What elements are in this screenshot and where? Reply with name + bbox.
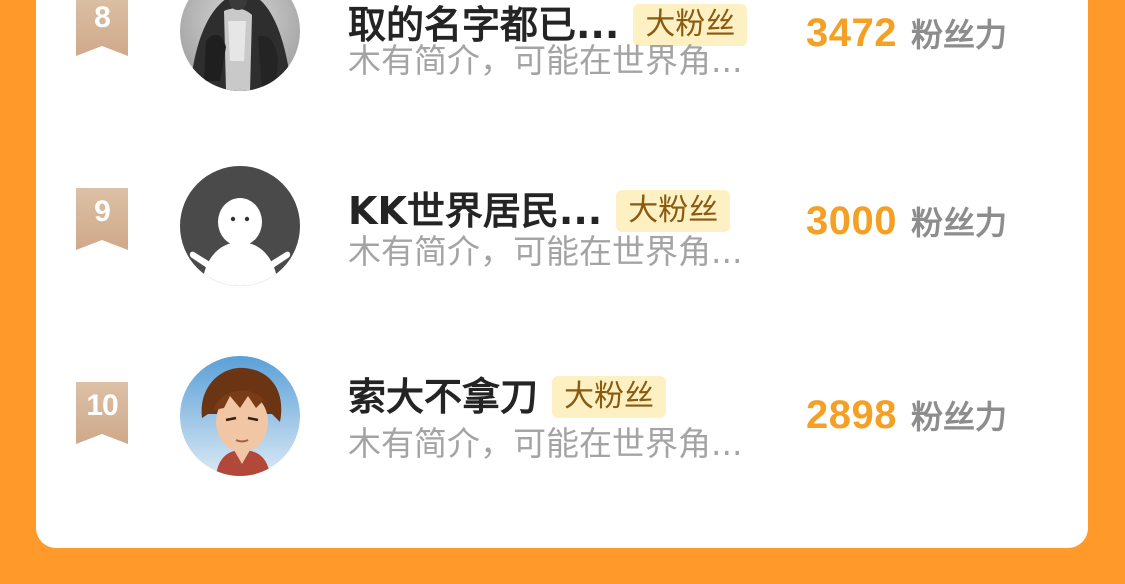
fan-level-badge: 大粉丝 [616,190,731,232]
fan-power-value: 3472 [806,11,897,55]
ranking-row[interactable]: 10 索大不拿刀 大粉丝 木有简介，可能在世界角... 2898 粉丝力 [36,342,1088,502]
rank-ribbon: 10 [76,382,128,444]
default-avatar-icon [180,166,300,286]
fan-power-unit: 粉丝力 [910,204,1007,242]
anime-character-avatar-icon [180,356,300,476]
fan-power-value: 2898 [806,393,897,437]
user-name[interactable]: KK世界居民... [348,192,602,230]
user-bio: 木有简介，可能在世界角... [348,424,743,463]
avatar[interactable] [180,0,300,91]
fan-power-unit: 粉丝力 [910,398,1007,436]
ranking-row[interactable]: 9 KK世界居民... 大粉丝 木有简介，可能在世界角... 3000 粉丝力 [36,150,1088,310]
fan-ranking-card: 8 取的名字都已... 大粉丝 木有简介，可能在世界角... 3472 粉丝力 … [36,0,1088,548]
rank-ribbon: 9 [76,188,128,250]
fan-power-unit: 粉丝力 [910,16,1007,54]
user-name[interactable]: 索大不拿刀 [348,378,538,416]
fan-power-value: 3000 [806,199,897,243]
avatar[interactable] [180,356,300,476]
rank-ribbon: 8 [76,0,128,56]
fan-power: 3472 粉丝力 [806,10,1007,56]
rank-number: 9 [94,195,111,228]
fan-power: 3000 粉丝力 [806,198,1007,244]
name-line: 索大不拿刀 大粉丝 [348,372,667,422]
user-name[interactable]: 取的名字都已... [348,6,619,44]
fan-level-badge: 大粉丝 [633,4,748,46]
user-bio: 木有简介，可能在世界角... [348,41,743,80]
fan-power: 2898 粉丝力 [806,392,1007,438]
user-bio: 木有简介，可能在世界角... [348,232,743,271]
ranking-row[interactable]: 8 取的名字都已... 大粉丝 木有简介，可能在世界角... 3472 粉丝力 [36,0,1088,120]
avatar[interactable] [180,166,300,286]
fan-level-badge: 大粉丝 [552,376,667,418]
photo-avatar-icon [180,0,300,91]
rank-number: 10 [86,389,118,422]
name-line: KK世界居民... 大粉丝 [348,186,731,236]
rank-number: 8 [94,1,111,34]
